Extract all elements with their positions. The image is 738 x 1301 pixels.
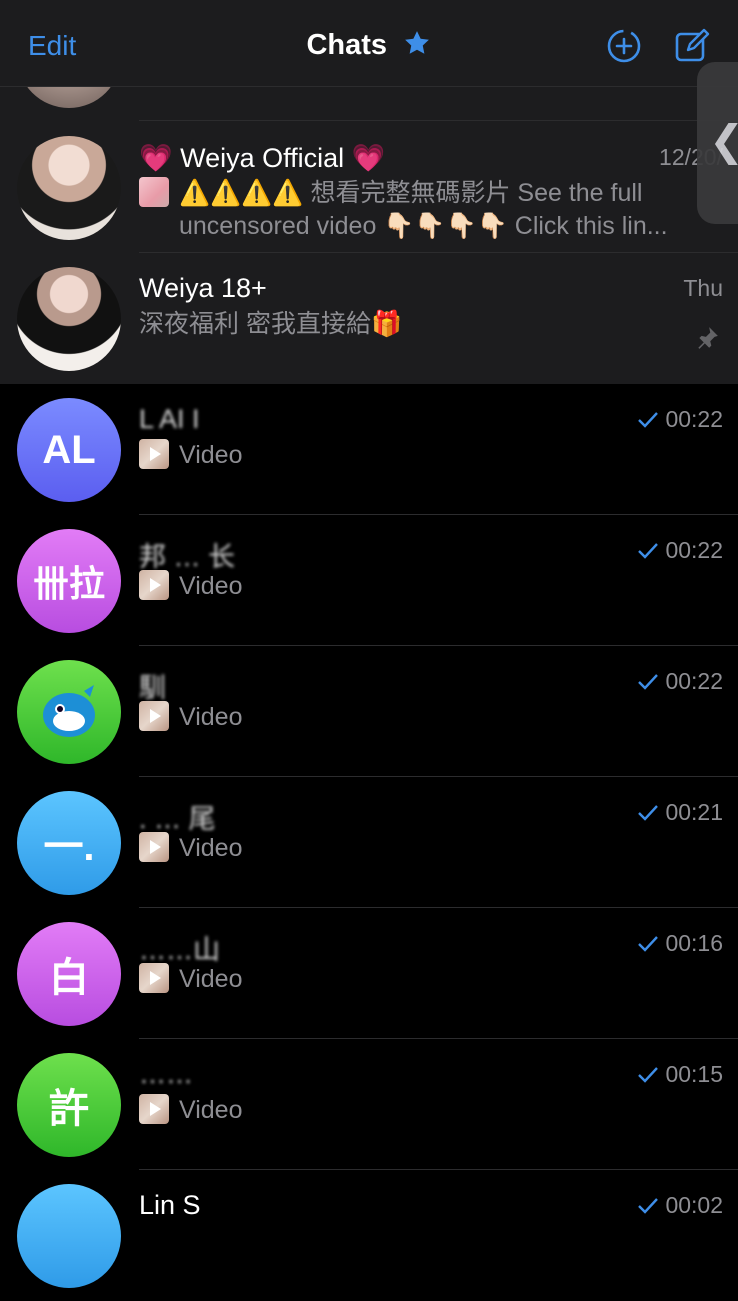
chat-name: Weiya 18+ [139,273,267,303]
chat-name: L AI I [139,404,200,434]
avatar: 一. [17,791,121,895]
chat-preview: Video [139,570,699,603]
avatar: AL [17,398,121,502]
checkmark-icon [638,935,659,952]
compose-icon[interactable] [674,28,710,69]
video-thumbnail-icon [139,963,169,993]
chat-time-text: 00:22 [665,406,723,432]
chat-row[interactable]: 一. . … 尾 00:21 Video [0,777,738,908]
chat-time-text: 00:15 [665,1061,723,1087]
chat-preview: Video [139,439,699,472]
chat-time: 00:15 [637,1061,723,1088]
dolphin-icon [43,685,95,737]
chat-name: Lin S [139,1190,201,1220]
checkmark-icon [638,411,659,428]
chat-name: 邦 … 长 [139,542,236,572]
video-thumbnail-icon [139,1094,169,1124]
avatar-initials: AL [42,427,96,472]
avatar [17,136,121,240]
checkmark-icon [638,1197,659,1214]
video-thumbnail-icon [139,832,169,862]
chat-name: ……山 [139,935,220,965]
chat-preview-text: Video [179,441,243,469]
chat-preview: ⚠️⚠️⚠️⚠️ 想看完整無碼影片 See the full uncensore… [139,177,699,243]
chat-name: 馴 [139,673,166,703]
divider [139,120,738,121]
chat-row[interactable]: AL L AI I 00:22 Video [0,384,738,515]
chat-preview: Video [139,701,699,734]
chat-row-weiya-18[interactable]: Weiya 18+ Thu 深夜福利 密我直接給🎁 [0,253,738,384]
video-thumbnail-icon [139,701,169,731]
chat-row[interactable]: Lin S 00:02 [0,1170,738,1301]
chat-time: 00:22 [637,668,723,695]
video-thumbnail-icon [139,570,169,600]
checkmark-icon [638,1066,659,1083]
avatar-initials: 白 [49,956,89,1000]
video-thumbnail-icon [139,439,169,469]
chat-time: 00:02 [637,1192,723,1219]
chat-row-weiya-official[interactable]: 💗 Weiya Official 💗 12/20/ ⚠️⚠️⚠️⚠️ 想看完整無… [0,122,738,253]
chat-preview-text: Video [179,703,243,731]
chat-time: 00:22 [637,537,723,564]
nav-header: Edit Chats [0,0,738,87]
chat-time: 00:16 [637,930,723,957]
chat-time: Thu [683,275,723,301]
avatar-initials: 卌拉 [32,563,105,604]
avatar [17,660,121,764]
chevron-left-icon: ❮ [709,116,738,165]
chat-preview: Video [139,832,699,865]
chat-preview: Video [139,1094,699,1127]
chat-time-text: 00:02 [665,1192,723,1218]
avatar: 卌拉 [17,529,121,633]
chat-preview-text: Video [179,1096,243,1124]
chat-row[interactable]: 卌拉 邦 … 长 00:22 Video [0,515,738,646]
chat-preview: 深夜福利 密我直接給🎁 [139,310,403,338]
chat-preview-text: Video [179,572,243,600]
avatar: 白 [17,922,121,1026]
chat-time-text: 00:16 [665,930,723,956]
add-story-icon[interactable] [606,28,642,69]
avatar [17,267,121,371]
side-panel-handle[interactable]: ❮ [697,62,738,224]
chat-time: 00:21 [637,799,723,826]
chat-name: 💗 Weiya Official 💗 [139,143,386,173]
avatar-initials: 許 [49,1087,89,1131]
photo-thumbnail-icon [139,177,169,207]
chat-row[interactable]: 許 …… 00:15 Video [0,1039,738,1170]
pin-icon [694,325,720,356]
star-icon[interactable] [402,28,432,63]
checkmark-icon [638,542,659,559]
chat-name: …… [139,1059,193,1089]
page-title: Chats [306,29,388,61]
chat-time-text: 00:22 [665,668,723,694]
chat-time: 00:22 [637,406,723,433]
avatar: 許 [17,1053,121,1157]
chat-name: . … 尾 [139,804,216,834]
avatar-initials: 一. [43,825,95,869]
chat-row[interactable]: 馴 00:22 Video [0,646,738,777]
chat-preview: Video [139,963,699,996]
chat-preview-text: ⚠️⚠️⚠️⚠️ 想看完整無碼影片 See the full uncensore… [179,179,668,240]
checkmark-icon [638,804,659,821]
chat-preview-text: Video [179,834,243,862]
checkmark-icon [638,673,659,690]
chat-time-text: 00:22 [665,537,723,563]
chat-preview-text: Video [179,965,243,993]
chat-time-text: 00:21 [665,799,723,825]
chat-row[interactable]: 白 ……山 00:16 Video [0,908,738,1039]
